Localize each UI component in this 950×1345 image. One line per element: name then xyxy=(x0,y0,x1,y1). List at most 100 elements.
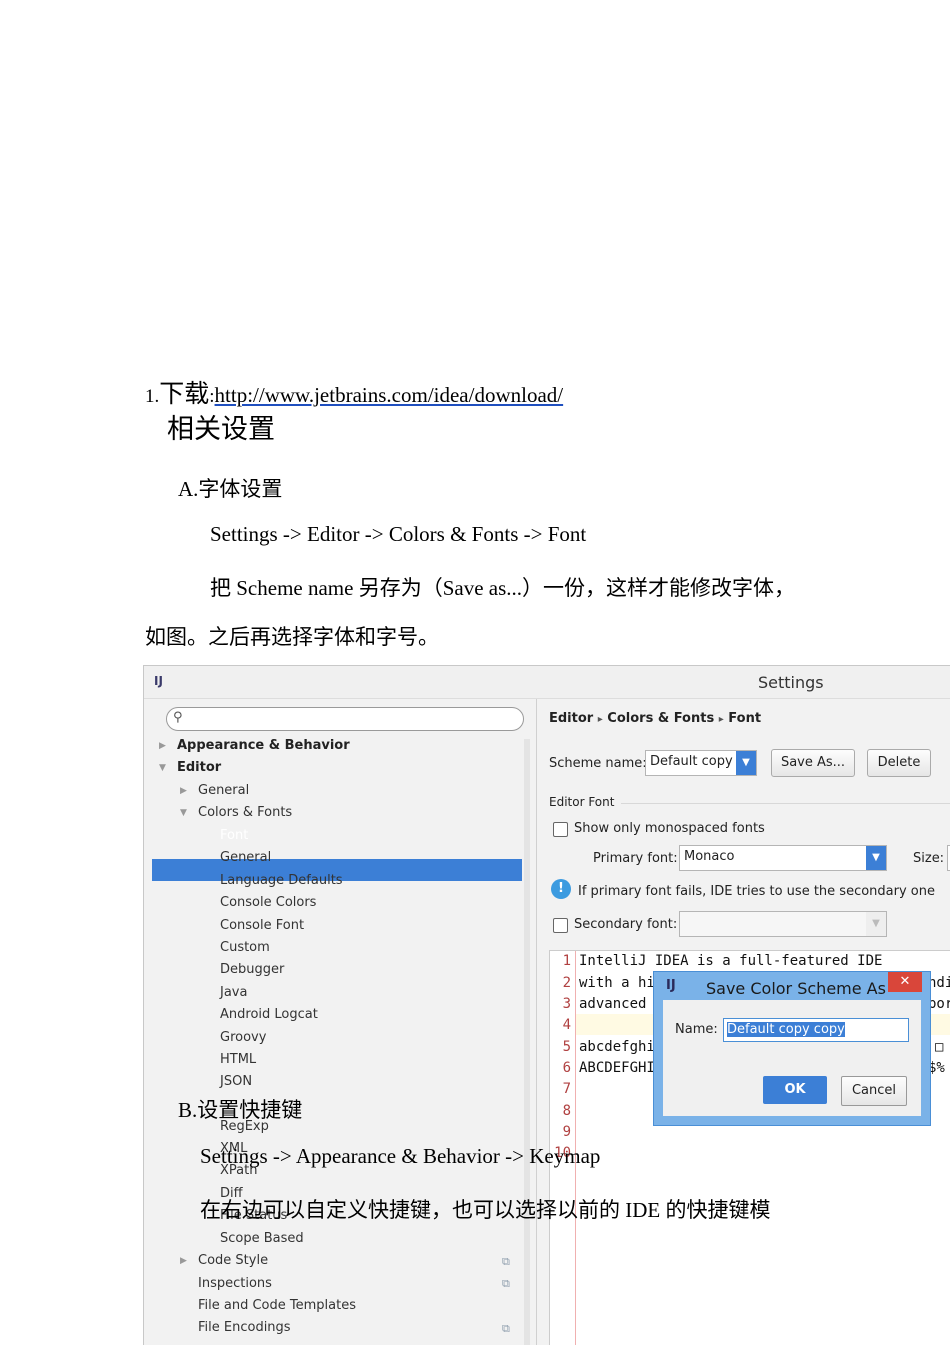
step-title: 下载 xyxy=(159,379,210,408)
scheme-select[interactable]: Default copy ▼ xyxy=(645,750,757,776)
font-instruction-1: 把 Scheme name 另存为（Save as...）一份，这样才能修改字体… xyxy=(210,576,796,600)
intellij-icon: IJ xyxy=(154,674,163,688)
monospaced-label: Show only monospaced fonts xyxy=(574,821,765,836)
tree-item-file-templates[interactable]: File and Code Templates xyxy=(198,1298,356,1313)
collapse-arrow-icon[interactable]: ▼ xyxy=(159,763,166,773)
title-bar: IJ Settings xyxy=(144,666,950,699)
font-heading: A.字体设置 xyxy=(178,477,283,501)
tree-item-console-font[interactable]: Console Font xyxy=(220,918,304,933)
ok-button[interactable]: OK xyxy=(763,1076,827,1104)
tree-item-general[interactable]: General xyxy=(198,783,249,798)
section-heading: 相关设置 xyxy=(167,414,275,445)
breadcrumb-colors-fonts[interactable]: Colors & Fonts xyxy=(607,711,714,726)
secondary-font-select[interactable]: ▼ xyxy=(679,911,887,937)
tree-item-inspections[interactable]: Inspections xyxy=(198,1276,272,1291)
tree-item-colors-fonts[interactable]: Colors & Fonts xyxy=(198,805,292,820)
search-input[interactable]: ⚲ xyxy=(166,707,524,731)
intellij-icon: IJ xyxy=(666,978,676,993)
breadcrumb-separator-icon: ▸ xyxy=(718,714,724,725)
tree-item-font[interactable]: Font xyxy=(220,828,248,843)
tree-item-json[interactable]: JSON xyxy=(220,1074,252,1089)
tree-item-editor[interactable]: Editor xyxy=(177,760,221,775)
breadcrumb-font[interactable]: Font xyxy=(728,711,761,726)
project-scope-icon: ⧉ xyxy=(502,1322,510,1335)
save-as-button[interactable]: Save As... xyxy=(771,749,855,777)
tree-item-console-colors[interactable]: Console Colors xyxy=(220,895,316,910)
tree-item-code-style[interactable]: Code Style xyxy=(198,1253,268,1268)
line-number: 1 xyxy=(562,953,571,969)
chevron-down-icon: ▼ xyxy=(866,912,886,936)
expand-arrow-icon[interactable]: ▶ xyxy=(180,786,187,796)
breadcrumb-separator-icon: ▸ xyxy=(597,714,603,725)
size-label: Size: xyxy=(913,851,945,866)
line-number: 6 xyxy=(562,1060,571,1076)
cancel-button[interactable]: Cancel xyxy=(841,1076,907,1106)
tree-item-language-defaults[interactable]: Language Defaults xyxy=(220,873,343,888)
code-line: IntelliJ IDEA is a full-featured IDE xyxy=(579,953,883,969)
secondary-font-checkbox[interactable] xyxy=(553,918,568,933)
square-glyph-icon: □ xyxy=(935,1039,944,1055)
primary-font-value: Monaco xyxy=(684,849,735,864)
dialog-body: Name: Default copy copy OK Cancel xyxy=(663,1000,921,1116)
tree-item-html[interactable]: HTML xyxy=(220,1052,256,1067)
info-icon: ! xyxy=(551,879,571,899)
tree-item-groovy[interactable]: Groovy xyxy=(220,1030,266,1045)
keymap-heading: B.设置快捷键 xyxy=(178,1098,303,1122)
project-scope-icon: ⧉ xyxy=(502,1255,510,1268)
expand-arrow-icon[interactable]: ▶ xyxy=(159,741,166,751)
settings-screenshot: IJ Settings ⚲ ▶ Appearance & Behavior ▼ … xyxy=(143,665,950,1345)
scheme-name-label: Scheme name: xyxy=(549,756,647,771)
line-number: 9 xyxy=(562,1124,571,1140)
scheme-name-input[interactable]: Default copy copy xyxy=(723,1018,909,1042)
chevron-down-icon: ▼ xyxy=(736,751,756,775)
font-instruction-2: 如图。之后再选择字体和字号。 xyxy=(145,625,439,649)
tree-scrollbar[interactable] xyxy=(524,739,530,1345)
keymap-instruction: 在右边可以自定义快捷键，也可以选择以前的 IDE 的快捷键模 xyxy=(200,1198,771,1222)
dialog-name-label: Name: xyxy=(675,1022,718,1037)
save-scheme-dialog: IJ Save Color Scheme As ✕ Name: Default … xyxy=(653,971,931,1126)
settings-tree-panel: ⚲ ▶ Appearance & Behavior ▼ Editor ▶ Gen… xyxy=(144,699,537,1345)
primary-font-label: Primary font: xyxy=(593,851,678,866)
fallback-note: If primary font fails, IDE tries to use … xyxy=(578,884,935,899)
font-path: Settings -> Editor -> Colors & Fonts -> … xyxy=(210,522,587,546)
code-line: with a hi xyxy=(579,975,655,991)
section-divider xyxy=(621,803,950,804)
tree-item-android-logcat[interactable]: Android Logcat xyxy=(220,1007,318,1022)
collapse-arrow-icon[interactable]: ▼ xyxy=(180,808,187,818)
keymap-path: Settings -> Appearance & Behavior -> Key… xyxy=(200,1144,601,1168)
code-line: advanced xyxy=(579,996,647,1012)
code-line-tail: ndi xyxy=(928,975,950,991)
tree-item-file-encodings[interactable]: File Encodings xyxy=(198,1320,291,1335)
editor-font-label: Editor Font xyxy=(549,795,615,809)
tree-item-sub-general[interactable]: General xyxy=(220,850,271,865)
tree-item-java[interactable]: Java xyxy=(220,985,247,1000)
tree-item-debugger[interactable]: Debugger xyxy=(220,962,284,977)
expand-arrow-icon[interactable]: ▶ xyxy=(180,1256,187,1266)
breadcrumb: Editor ▸ Colors & Fonts ▸ Font xyxy=(549,711,761,726)
code-line: abcdefghi xyxy=(579,1039,655,1055)
project-scope-icon: ⧉ xyxy=(502,1277,510,1290)
line-number: 5 xyxy=(562,1039,571,1055)
line-number: 2 xyxy=(562,975,571,991)
tree-item-scope-based[interactable]: Scope Based xyxy=(220,1231,304,1246)
step-number: 1. xyxy=(145,386,160,407)
window-title: Settings xyxy=(758,673,824,692)
tree-item-appearance[interactable]: Appearance & Behavior xyxy=(177,738,350,753)
close-icon[interactable]: ✕ xyxy=(888,972,922,992)
code-line: ABCDEFGHI xyxy=(579,1060,655,1076)
code-line-tail: por xyxy=(928,996,950,1012)
scheme-select-value: Default copy xyxy=(650,754,733,769)
primary-font-select[interactable]: Monaco ▼ xyxy=(679,845,887,871)
tree-item-custom[interactable]: Custom xyxy=(220,940,270,955)
dialog-title: Save Color Scheme As xyxy=(706,979,886,998)
chevron-down-icon: ▼ xyxy=(866,846,886,870)
line-number: 3 xyxy=(562,996,571,1012)
step-line: 1.下载:http://www.jetbrains.com/idea/downl… xyxy=(145,374,563,410)
breadcrumb-editor[interactable]: Editor xyxy=(549,711,593,726)
delete-button[interactable]: Delete xyxy=(867,749,931,777)
secondary-font-label: Secondary font: xyxy=(574,917,678,932)
scheme-name-input-value: Default copy copy xyxy=(727,1022,845,1037)
download-link[interactable]: http://www.jetbrains.com/idea/download/ xyxy=(215,383,564,407)
line-number: 7 xyxy=(562,1081,571,1097)
monospaced-checkbox[interactable] xyxy=(553,822,568,837)
